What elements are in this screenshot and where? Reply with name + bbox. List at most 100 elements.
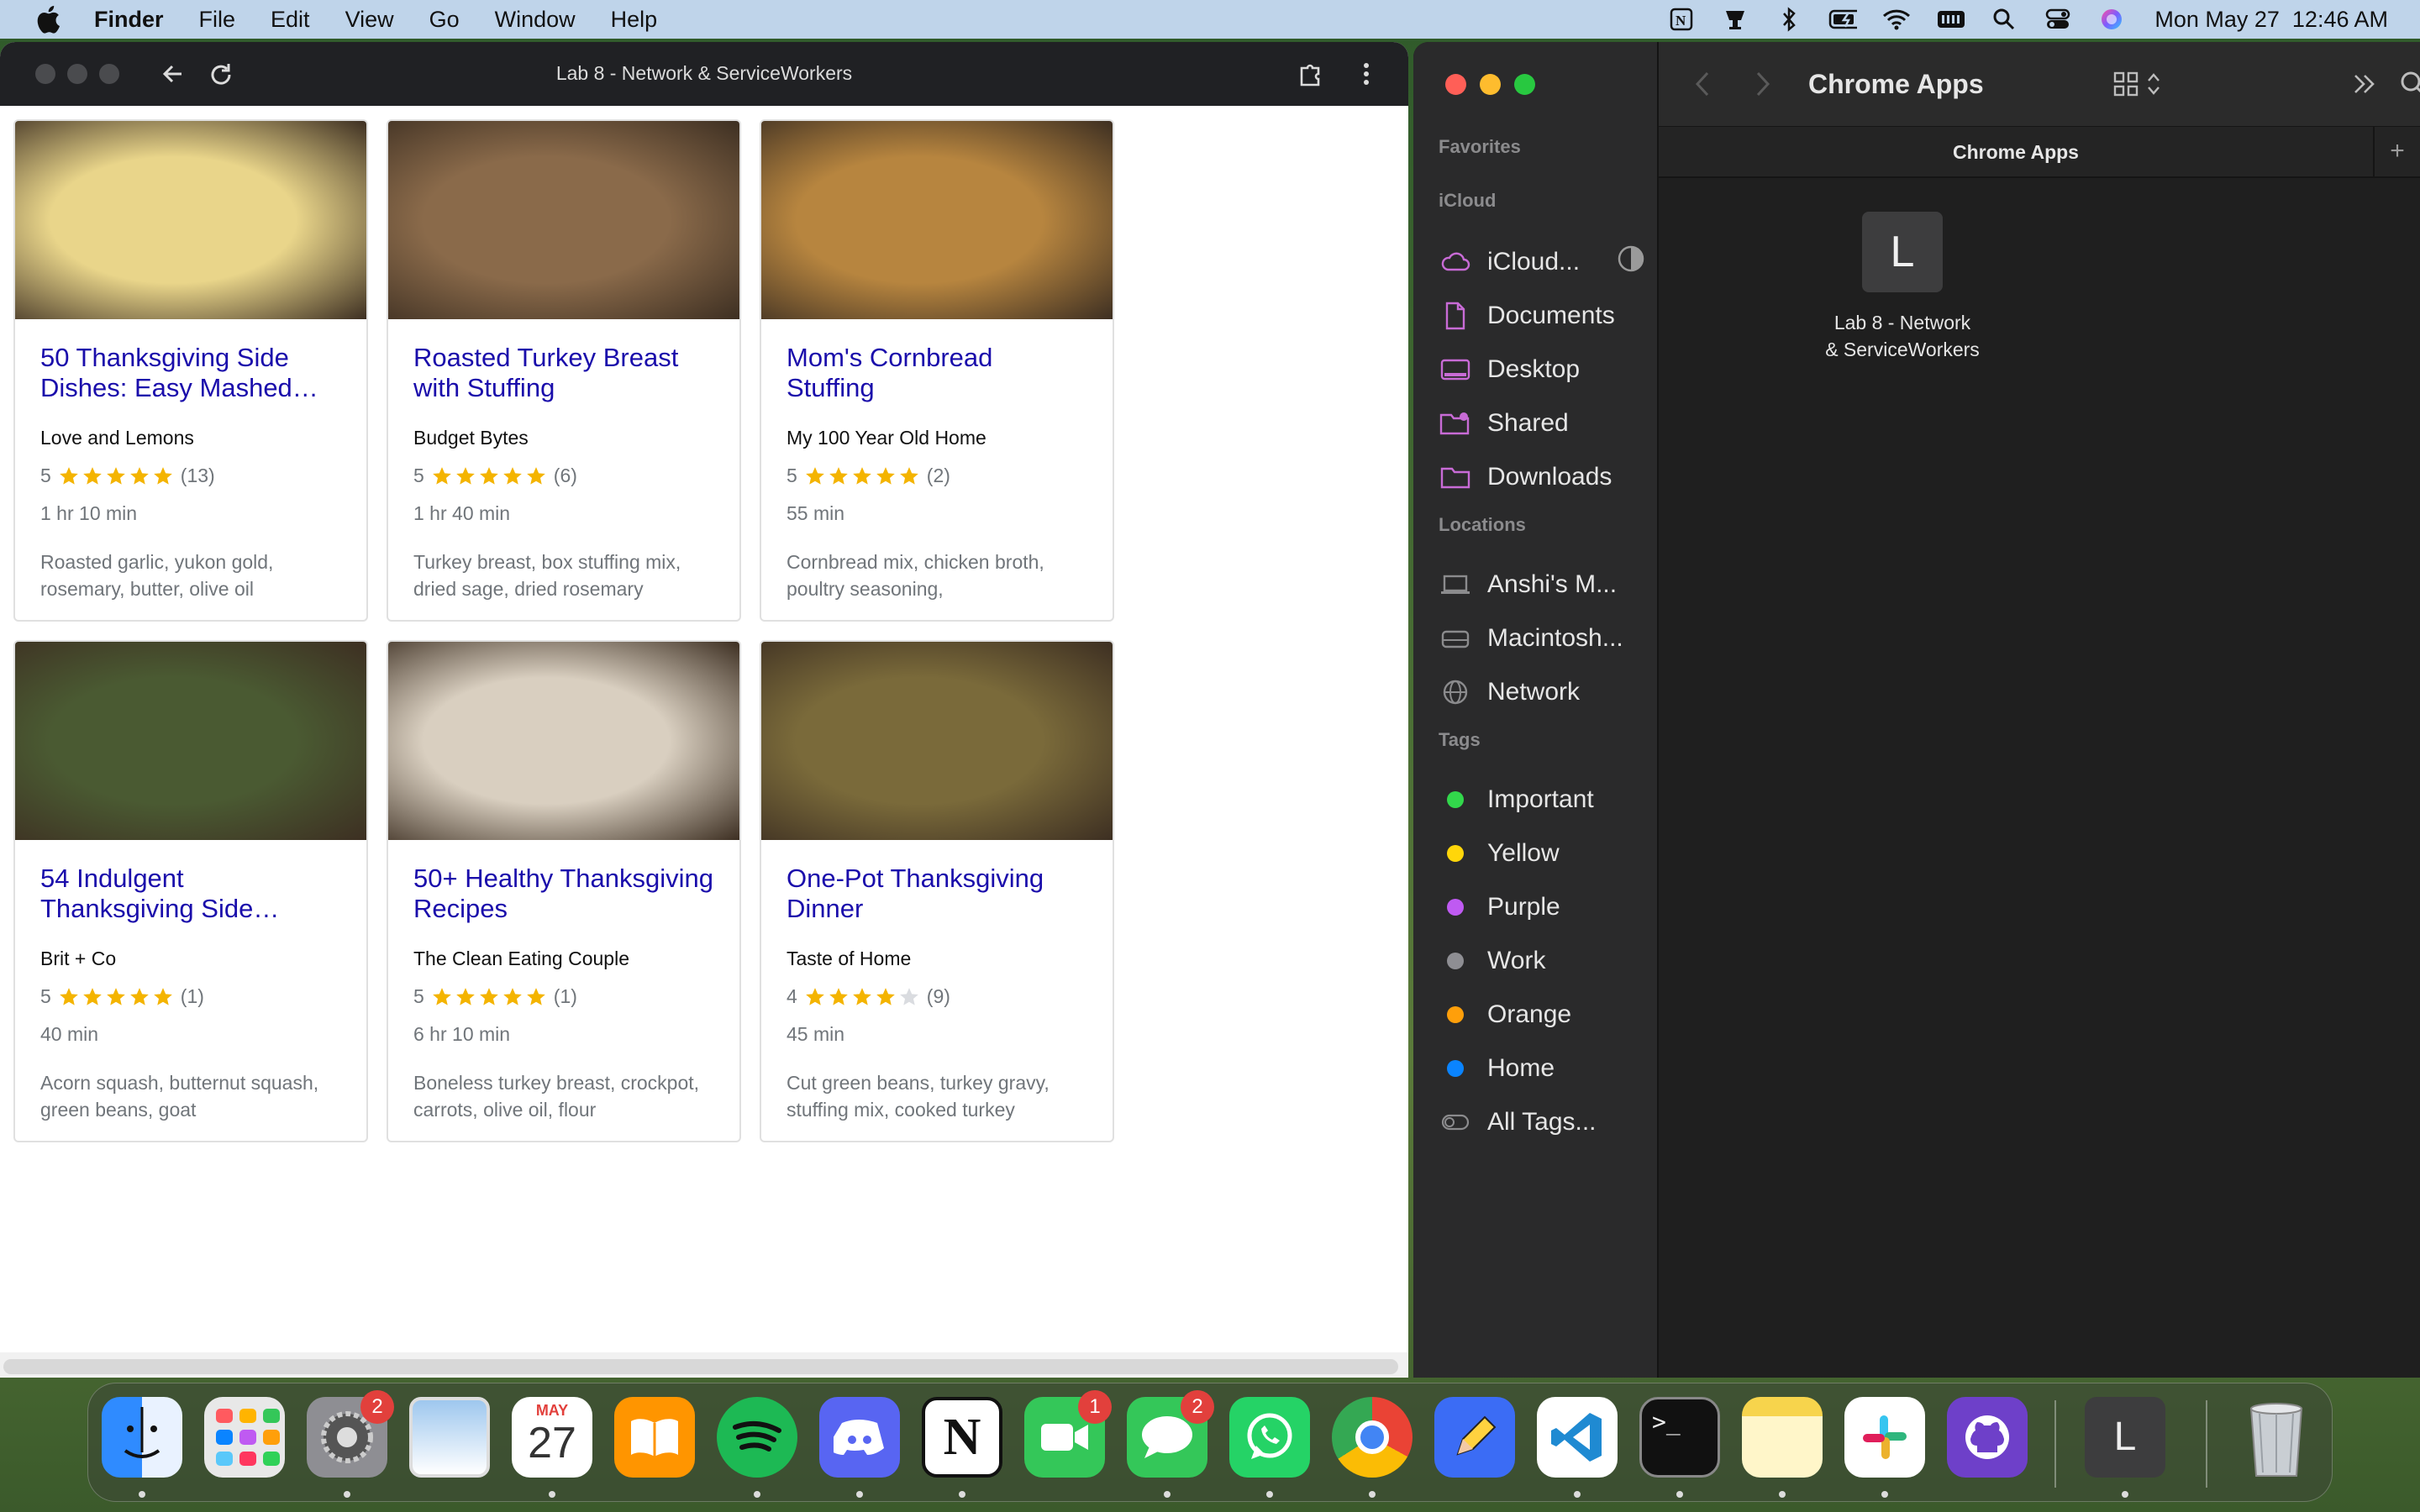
finder-close-button[interactable] — [1445, 74, 1466, 95]
dock-whatsapp-icon[interactable] — [1229, 1397, 1310, 1478]
dock-discord-icon[interactable] — [819, 1397, 900, 1478]
sidebar-item-macintosh-hd[interactable]: Macintosh... — [1439, 618, 1649, 659]
recipe-title-link[interactable]: One-Pot Thanksgiving Dinner — [786, 864, 1087, 927]
sidebar-item-macbook[interactable]: Anshi's M... — [1439, 564, 1649, 605]
dock-vs-code-icon[interactable] — [1537, 1397, 1618, 1478]
cup-icon[interactable] — [1721, 7, 1749, 32]
finder-minimize-button[interactable] — [1480, 74, 1501, 95]
recipe-image[interactable] — [388, 642, 739, 840]
sidebar-item-desktop[interactable]: Desktop — [1439, 349, 1649, 390]
dock-github-desktop-icon[interactable] — [1947, 1397, 2028, 1478]
menu-app-name[interactable]: Finder — [94, 7, 164, 33]
sidebar-tag-home[interactable]: Home — [1439, 1048, 1649, 1089]
sidebar-tag-purple[interactable]: Purple — [1439, 887, 1649, 927]
sidebar-item-all-tags[interactable]: All Tags... — [1439, 1102, 1649, 1142]
reload-button[interactable] — [203, 57, 237, 91]
sidebar-item-icloud-drive[interactable]: iCloud... — [1439, 242, 1649, 282]
sidebar-tag-yellow[interactable]: Yellow — [1439, 833, 1649, 874]
sidebar-item-shared[interactable]: Shared — [1439, 403, 1649, 444]
dock-finder-icon[interactable] — [102, 1397, 182, 1478]
extensions-button[interactable] — [1294, 57, 1328, 91]
battery-icon[interactable] — [1828, 7, 1858, 32]
recipe-title-link[interactable]: 54 Indulgent Thanksgiving Side… — [40, 864, 341, 927]
sidebar-item-documents[interactable]: Documents — [1439, 296, 1649, 336]
dock-terminal-icon[interactable]: >_ — [1639, 1397, 1720, 1478]
notion-icon[interactable]: N — [1667, 7, 1696, 32]
menu-file[interactable]: File — [199, 7, 236, 33]
sidebar-item-downloads[interactable]: Downloads — [1439, 457, 1649, 497]
calendar-month: MAY — [535, 1402, 569, 1419]
star-icon — [899, 987, 918, 1005]
recipe-image[interactable] — [761, 121, 1113, 319]
minimize-button[interactable] — [67, 64, 87, 84]
recipe-image[interactable] — [761, 642, 1113, 840]
dock-facetime-icon[interactable]: 1 — [1024, 1390, 1112, 1478]
menu-edit[interactable]: Edit — [271, 7, 310, 33]
sidebar-item-label: Downloads — [1487, 463, 1612, 491]
menu-go[interactable]: Go — [429, 7, 460, 33]
dock-trash-icon[interactable] — [2236, 1397, 2317, 1478]
recipe-card[interactable]: 54 Indulgent Thanksgiving Side… Brit + C… — [13, 640, 368, 1142]
recipe-image[interactable] — [15, 121, 366, 319]
dock-pencil-icon[interactable] — [1434, 1397, 1515, 1478]
dock-preview-icon[interactable] — [409, 1397, 490, 1478]
dock-slack-icon[interactable] — [1844, 1397, 1925, 1478]
more-options-button[interactable] — [1349, 57, 1383, 91]
dock-launchpad-icon[interactable] — [204, 1397, 285, 1478]
recipe-card[interactable]: 50+ Healthy Thanksgiving Recipes The Cle… — [387, 640, 741, 1142]
close-button[interactable] — [35, 64, 55, 84]
sidebar-tag-orange[interactable]: Orange — [1439, 995, 1649, 1035]
finder-search-button[interactable] — [2396, 67, 2420, 101]
svg-text:N: N — [1676, 13, 1686, 29]
wifi-icon[interactable] — [1882, 7, 1911, 32]
dock-spotify-icon[interactable] — [717, 1397, 797, 1478]
control-center-icon[interactable] — [2044, 7, 2072, 32]
back-button[interactable] — [156, 57, 190, 91]
recipe-title-link[interactable]: Roasted Turkey Breast with Stuffing — [413, 343, 714, 407]
keyboard-icon[interactable] — [1936, 7, 1965, 32]
menu-bar: Finder File Edit View Go Window Help N M… — [0, 0, 2420, 39]
dock-lab-8-icon[interactable]: L — [2085, 1397, 2165, 1478]
finder-zoom-button[interactable] — [1514, 74, 1535, 95]
notification-badge: 1 — [1078, 1390, 1112, 1424]
dock-books-icon[interactable] — [614, 1397, 695, 1478]
recipe-card[interactable]: One-Pot Thanksgiving Dinner Taste of Hom… — [760, 640, 1114, 1142]
recipe-title-link[interactable]: 50+ Healthy Thanksgiving Recipes — [413, 864, 714, 927]
grid-view-icon — [2113, 71, 2139, 97]
siri-icon[interactable] — [2097, 7, 2126, 32]
sidebar-tag-important[interactable]: Important — [1439, 780, 1649, 820]
dock-chrome-icon[interactable] — [1332, 1397, 1413, 1478]
recipe-card[interactable]: Mom's Cornbread Stuffing My 100 Year Old… — [760, 119, 1114, 622]
dock-system-settings-icon[interactable]: 2 — [307, 1390, 394, 1478]
recipe-image[interactable] — [388, 121, 739, 319]
menu-view[interactable]: View — [345, 7, 394, 33]
recipe-title-link[interactable]: Mom's Cornbread Stuffing — [786, 343, 1087, 407]
finder-forward-button[interactable] — [1746, 67, 1780, 101]
finder-back-button[interactable] — [1686, 67, 1719, 101]
menu-help[interactable]: Help — [611, 7, 658, 33]
apple-menu-icon[interactable] — [35, 5, 69, 34]
spotlight-icon[interactable] — [1990, 7, 2018, 32]
tab-chrome-apps[interactable]: Chrome Apps — [1659, 127, 2373, 177]
sidebar-item-network[interactable]: Network — [1439, 672, 1649, 712]
file-item-lab8[interactable]: L Lab 8 - Network & ServiceWorkers — [1793, 212, 2012, 363]
notification-badge: 2 — [1181, 1390, 1214, 1424]
view-options-button[interactable] — [2112, 67, 2180, 101]
dock-notes-icon[interactable] — [1742, 1397, 1823, 1478]
sidebar-tag-work[interactable]: Work — [1439, 941, 1649, 981]
dock-notion-icon[interactable]: N — [922, 1397, 1002, 1478]
recipe-card[interactable]: Roasted Turkey Breast with Stuffing Budg… — [387, 119, 741, 622]
recipe-image[interactable] — [15, 642, 366, 840]
running-indicator — [959, 1491, 965, 1498]
toolbar-overflow-button[interactable] — [2348, 67, 2381, 101]
zoom-button[interactable] — [99, 64, 119, 84]
new-tab-button[interactable]: + — [2373, 127, 2420, 177]
horizontal-scrollbar[interactable] — [3, 1359, 1398, 1374]
dock-calendar-icon[interactable]: MAY 27 — [512, 1397, 592, 1478]
menu-window[interactable]: Window — [495, 7, 576, 33]
clock[interactable]: Mon May 27 12:46 AM — [2154, 7, 2388, 33]
dock-messages-icon[interactable]: 2 — [1127, 1390, 1214, 1478]
recipe-title-link[interactable]: 50 Thanksgiving Side Dishes: Easy Mashed… — [40, 343, 341, 407]
recipe-card[interactable]: 50 Thanksgiving Side Dishes: Easy Mashed… — [13, 119, 368, 622]
bluetooth-icon[interactable] — [1775, 7, 1803, 32]
